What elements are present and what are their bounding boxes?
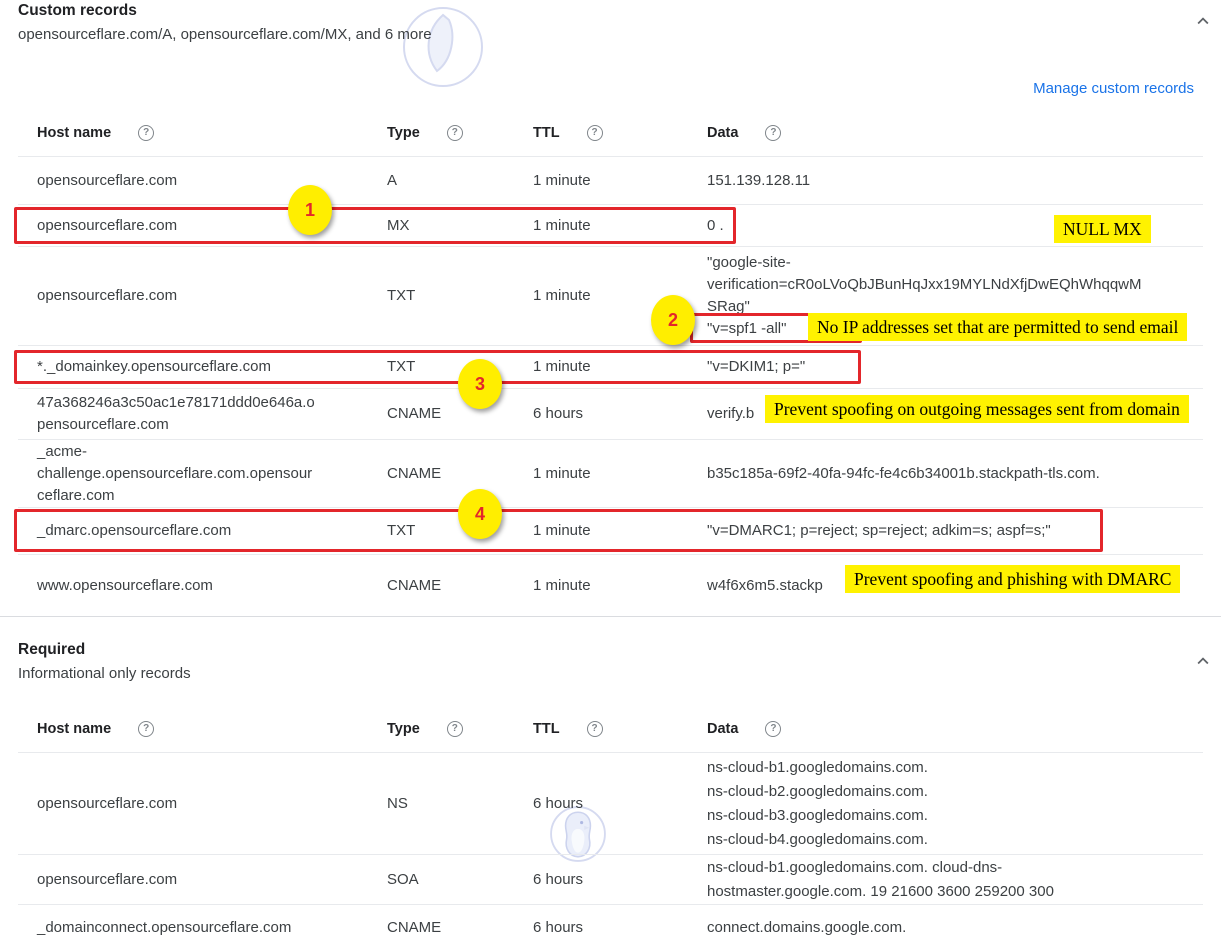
custom-records-table: opensourceflare.com A 1 minute 151.139.1…: [18, 157, 1203, 617]
record-host: _domainconnect.opensourceflare.com: [37, 916, 387, 940]
record-data: ns-cloud-b1.googledomains.com. ns-cloud-…: [707, 756, 1157, 852]
manage-custom-records-link[interactable]: Manage custom records: [1033, 80, 1194, 97]
host-name-header: Host name: [37, 721, 111, 737]
dns-records-page: Custom records opensourceflare.com/A, op…: [0, 0, 1221, 950]
type-header: Type: [387, 721, 420, 737]
required-records-header: Required Informational only records: [18, 641, 191, 683]
section-title: Required: [18, 641, 191, 659]
dns-record-row: 47a368246a3c50ac1e78171ddd0e646a.opensou…: [18, 389, 1203, 440]
record-ttl: 1 minute: [533, 215, 707, 237]
collapse-section-button[interactable]: [1190, 648, 1216, 674]
record-ttl: 6 hours: [533, 916, 707, 940]
record-host: 47a368246a3c50ac1e78171ddd0e646a.opensou…: [37, 392, 387, 436]
table-header-row: Host name ? Type ? TTL ? Data ?: [18, 125, 1203, 157]
dns-record-row: opensourceflare.com NS 6 hours ns-cloud-…: [18, 753, 1203, 855]
record-ttl: 1 minute: [533, 575, 707, 597]
type-header: Type: [387, 125, 420, 141]
annotation-badge-4: 4: [458, 489, 502, 539]
help-icon[interactable]: ?: [587, 125, 603, 141]
record-type: CNAME: [387, 916, 533, 940]
record-ttl: 1 minute: [533, 170, 707, 192]
annotation-label-null-mx: NULL MX: [1054, 215, 1151, 243]
record-type: A: [387, 170, 533, 192]
record-data: "v=DMARC1; p=reject; sp=reject; adkim=s;…: [707, 520, 1157, 542]
help-icon[interactable]: ?: [765, 721, 781, 737]
record-data: connect.domains.google.com.: [707, 916, 1157, 940]
data-header: Data: [707, 721, 738, 737]
dns-record-row: www.opensourceflare.com CNAME 1 minute w…: [18, 555, 1203, 617]
record-type: TXT: [387, 285, 533, 307]
annotation-badge-1: 1: [288, 185, 332, 235]
record-data: ns-cloud-b1.googledomains.com. cloud-dns…: [707, 856, 1157, 904]
record-host: www.opensourceflare.com: [37, 575, 387, 597]
record-host: opensourceflare.com: [37, 868, 387, 892]
record-data-line: ns-cloud-b4.googledomains.com.: [707, 828, 1147, 852]
record-ttl: 6 hours: [533, 792, 707, 816]
annotation-badge-3: 3: [458, 359, 502, 409]
record-host: *._domainkey.opensourceflare.com: [37, 356, 387, 378]
host-name-header: Host name: [37, 125, 111, 141]
record-host: opensourceflare.com: [37, 215, 387, 237]
section-subtitle: opensourceflare.com/A, opensourceflare.c…: [18, 26, 432, 44]
record-ttl: 6 hours: [533, 403, 707, 425]
dns-record-row: opensourceflare.com A 1 minute 151.139.1…: [18, 157, 1203, 205]
ttl-header: TTL: [533, 721, 560, 737]
record-type: CNAME: [387, 575, 533, 597]
chevron-up-icon: [1192, 10, 1214, 32]
help-icon[interactable]: ?: [765, 125, 781, 141]
record-host: opensourceflare.com: [37, 170, 387, 192]
custom-records-header: Custom records opensourceflare.com/A, op…: [18, 2, 432, 44]
chevron-up-icon: [1192, 650, 1214, 672]
dns-record-row: *._domainkey.opensourceflare.com TXT 1 m…: [18, 346, 1203, 389]
record-host: opensourceflare.com: [37, 792, 387, 816]
section-subtitle: Informational only records: [18, 665, 191, 683]
record-host: _dmarc.opensourceflare.com: [37, 520, 387, 542]
record-type: SOA: [387, 868, 533, 892]
record-ttl: 6 hours: [533, 868, 707, 892]
dns-record-row: opensourceflare.com MX 1 minute 0 . 1 NU…: [18, 205, 1203, 247]
help-icon[interactable]: ?: [138, 125, 154, 141]
record-type: MX: [387, 215, 533, 237]
ttl-header: TTL: [533, 125, 560, 141]
dns-record-row: opensourceflare.com TXT 1 minute "google…: [18, 247, 1203, 346]
record-ttl: 1 minute: [533, 463, 707, 485]
annotation-label-spf: No IP addresses set that are permitted t…: [808, 313, 1187, 341]
help-icon[interactable]: ?: [447, 125, 463, 141]
help-icon[interactable]: ?: [587, 721, 603, 737]
record-ttl: 1 minute: [533, 520, 707, 542]
dns-record-row: _domainconnect.opensourceflare.com CNAME…: [18, 905, 1203, 950]
annotation-badge-2: 2: [651, 295, 695, 345]
section-divider: [0, 616, 1221, 617]
record-data-line: ns-cloud-b2.googledomains.com.: [707, 780, 1147, 804]
record-host: opensourceflare.com: [37, 285, 387, 307]
record-data-line: ns-cloud-b1.googledomains.com.: [707, 756, 1147, 780]
dns-record-row: _dmarc.opensourceflare.com TXT 1 minute …: [18, 508, 1203, 555]
dns-record-row: _acme-challenge.opensourceflare.com.open…: [18, 440, 1203, 508]
annotation-label-dkim: Prevent spoofing on outgoing messages se…: [765, 395, 1189, 423]
record-type: CNAME: [387, 463, 533, 485]
record-data-line: ns-cloud-b3.googledomains.com.: [707, 804, 1147, 828]
table-header-row: Host name ? Type ? TTL ? Data ?: [18, 721, 1203, 753]
data-header: Data: [707, 125, 738, 141]
record-ttl: 1 minute: [533, 356, 707, 378]
help-icon[interactable]: ?: [138, 721, 154, 737]
record-data: 151.139.128.11: [707, 170, 1157, 192]
section-title: Custom records: [18, 2, 432, 20]
record-type: NS: [387, 792, 533, 816]
record-data-line: "google-site-verification=cR0oLVoQbJBunH…: [707, 252, 1147, 318]
collapse-section-button[interactable]: [1190, 8, 1216, 34]
dns-record-row: opensourceflare.com SOA 6 hours ns-cloud…: [18, 855, 1203, 905]
record-data: "v=DKIM1; p=": [707, 356, 1157, 378]
record-host: _acme-challenge.opensourceflare.com.open…: [37, 441, 387, 507]
annotation-label-dmarc: Prevent spoofing and phishing with DMARC: [845, 565, 1180, 593]
record-data: b35c185a-69f2-40fa-94fc-fe4c6b34001b.sta…: [707, 463, 1157, 485]
required-records-table: opensourceflare.com NS 6 hours ns-cloud-…: [18, 753, 1203, 950]
help-icon[interactable]: ?: [447, 721, 463, 737]
record-type: CNAME: [387, 403, 533, 425]
